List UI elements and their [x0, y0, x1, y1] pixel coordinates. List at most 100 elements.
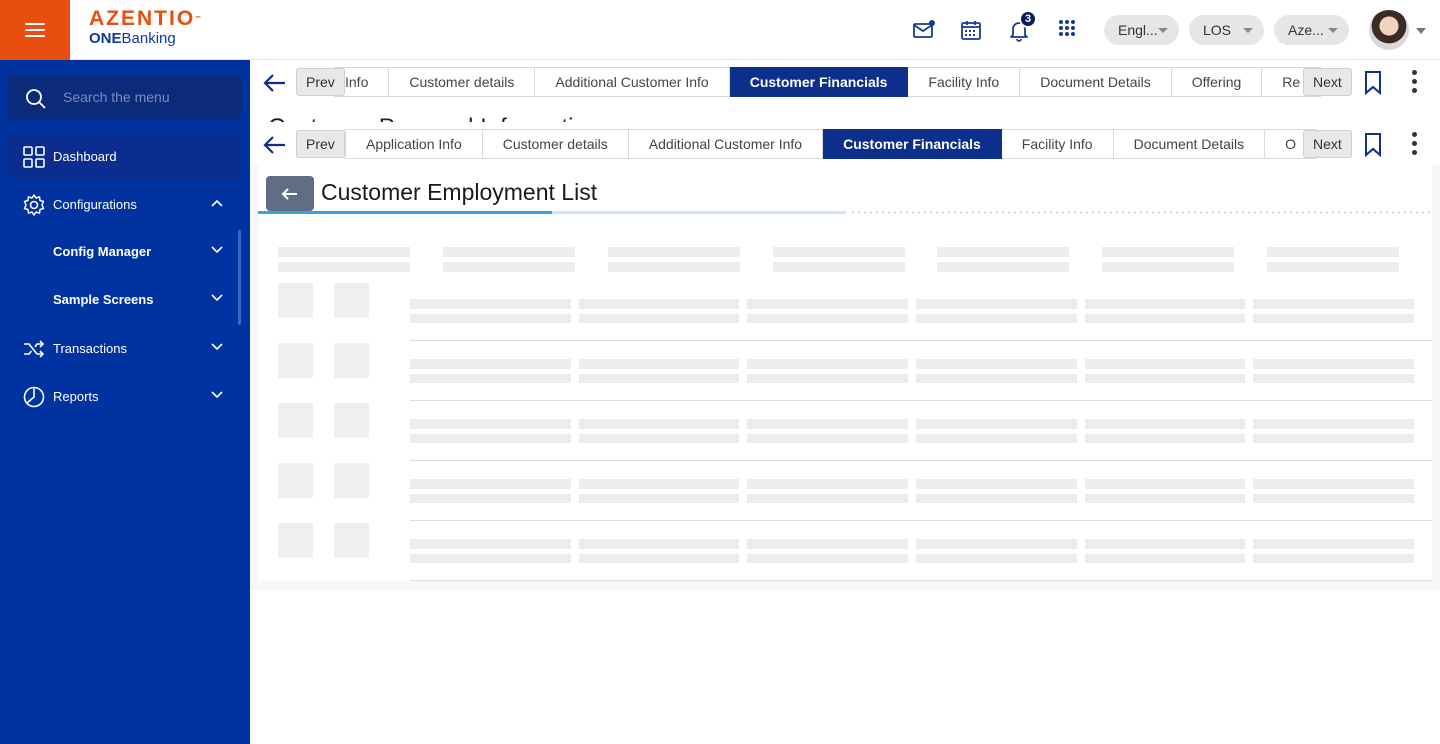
skeleton-cell-line — [1253, 299, 1414, 309]
bookmark-icon[interactable] — [1363, 132, 1383, 158]
skeleton-header-line — [443, 262, 575, 272]
app-header: AZENTIO™ ONEBanking 3 Engl... LOS Aze... — [0, 0, 1440, 60]
sidebar-item-label: Dashboard — [53, 149, 117, 164]
page-title: Customer Employment List — [321, 179, 598, 205]
next-button[interactable]: Next — [1303, 68, 1352, 96]
logo-brand: AZENTIO — [89, 7, 196, 30]
tab-application-info[interactable]: Application Info — [345, 129, 483, 159]
tab-additional-customer-info[interactable]: Additional Customer Info — [535, 67, 730, 97]
tab-customer-details[interactable]: Customer details — [389, 67, 536, 97]
sidebar-item-reports[interactable]: Reports — [8, 375, 241, 419]
skeleton-cell-line — [1253, 419, 1414, 429]
prev-button[interactable]: Prev — [296, 130, 345, 158]
skeleton-cell-line — [1085, 374, 1245, 383]
chevron-down-icon — [1158, 28, 1168, 33]
tab-facility-info[interactable]: Facility Info — [1001, 129, 1114, 159]
sidebar-item-sample-screens[interactable]: Sample Screens — [8, 278, 241, 322]
back-arrow-icon[interactable] — [262, 71, 288, 95]
skeleton-cell-line — [1253, 539, 1414, 549]
skeleton-cell-line — [1253, 494, 1414, 503]
skeleton-cell-line — [410, 299, 571, 309]
sidebar-scrollbar[interactable] — [238, 230, 241, 325]
notification-badge: 3 — [1019, 10, 1037, 28]
skeleton-checkbox — [278, 403, 313, 438]
skeleton-header-line — [1102, 262, 1234, 272]
skeleton-action — [334, 343, 369, 378]
skeleton-cell-line — [410, 494, 571, 503]
skeleton-cell-line — [747, 299, 908, 309]
skeleton-action — [334, 283, 369, 318]
back-arrow-icon[interactable] — [262, 133, 288, 157]
mail-icon[interactable] — [912, 18, 936, 42]
skeleton-cell-line — [410, 539, 571, 549]
profile-chevron-down-icon[interactable] — [1416, 28, 1426, 34]
chevron-down-icon — [1328, 28, 1338, 33]
skeleton-cell-line — [1085, 419, 1245, 429]
skeleton-cell-line — [579, 494, 739, 503]
skeleton-cell-line — [579, 299, 739, 309]
azentio-logo[interactable]: AZENTIO™ ONEBanking — [89, 8, 201, 48]
skeleton-cell-line — [410, 419, 571, 429]
more-options-icon[interactable] — [1412, 70, 1418, 97]
tab-customer-financials[interactable]: Customer Financials — [729, 67, 909, 97]
tab-document-details[interactable]: Document Details — [1113, 129, 1266, 159]
skeleton-cell-line — [579, 374, 739, 383]
skeleton-cell-line — [916, 374, 1077, 383]
tab-offering[interactable]: Offering — [1171, 67, 1263, 97]
tab-customer-details[interactable]: Customer details — [482, 129, 629, 159]
skeleton-cell-line — [916, 494, 1077, 503]
prev-button[interactable]: Prev — [296, 68, 345, 96]
more-options-icon[interactable] — [1412, 132, 1418, 159]
hamburger-menu-button[interactable] — [0, 0, 70, 60]
tabstrip-bottom: Application Info Customer details Additi… — [262, 129, 1432, 161]
sidebar-item-config-manager[interactable]: Config Manager — [8, 230, 241, 274]
tabstrip-top: Info Customer details Additional Custome… — [262, 67, 1432, 99]
ghost-section-title: Customer Personal Information — [268, 112, 600, 122]
next-button[interactable]: Next — [1303, 130, 1352, 158]
skeleton-header-line — [608, 262, 740, 272]
skeleton-cell-line — [1085, 479, 1245, 489]
logo-sub-rest: Banking — [121, 30, 176, 47]
sidebar-item-configurations[interactable]: Configurations — [8, 183, 241, 227]
tab-facility-info[interactable]: Facility Info — [908, 67, 1021, 97]
table-row-divider — [410, 580, 1432, 581]
loading-progress-fill — [258, 211, 552, 214]
skeleton-cell-line — [747, 434, 908, 443]
search-input[interactable]: Search the menu — [63, 89, 170, 105]
hamburger-icon — [25, 23, 45, 37]
skeleton-cell-line — [1085, 494, 1245, 503]
skeleton-header-line — [773, 247, 905, 257]
sidebar-item-transactions[interactable]: Transactions — [8, 327, 241, 371]
skeleton-cell-line — [1253, 554, 1414, 563]
skeleton-cell-line — [410, 554, 571, 563]
tab-list: Application Info Customer details Additi… — [345, 129, 1352, 159]
skeleton-cell-line — [747, 419, 908, 429]
table-row-divider — [410, 520, 1432, 521]
tab-additional-customer-info[interactable]: Additional Customer Info — [628, 129, 824, 159]
skeleton-cell-line — [916, 434, 1077, 443]
tab-document-details[interactable]: Document Details — [1020, 67, 1172, 97]
shuffle-icon — [24, 340, 45, 358]
chevron-down-icon — [211, 391, 223, 399]
calendar-icon[interactable] — [959, 18, 983, 42]
skeleton-cell-line — [410, 359, 571, 369]
skeleton-header-line — [773, 262, 905, 272]
sidebar-item-dashboard[interactable]: Dashboard — [8, 135, 241, 179]
page-back-button[interactable] — [266, 176, 314, 211]
entity-select[interactable]: Aze... — [1274, 15, 1349, 45]
bookmark-icon[interactable] — [1363, 70, 1383, 96]
menu-search[interactable]: Search the menu — [8, 75, 241, 120]
bell-icon[interactable]: 3 — [1007, 10, 1037, 42]
skeleton-cell-line — [747, 359, 908, 369]
chevron-down-icon — [1243, 28, 1253, 33]
skeleton-header-line — [443, 247, 575, 257]
apps-grid-icon[interactable] — [1056, 18, 1080, 42]
avatar[interactable] — [1369, 10, 1409, 50]
skeleton-cell-line — [916, 299, 1077, 309]
tab-customer-financials[interactable]: Customer Financials — [823, 129, 1002, 159]
language-select[interactable]: Engl... — [1104, 15, 1179, 45]
skeleton-action — [334, 523, 369, 558]
module-select[interactable]: LOS — [1189, 15, 1264, 45]
skeleton-cell-line — [1253, 434, 1414, 443]
skeleton-cell-line — [1085, 314, 1245, 323]
